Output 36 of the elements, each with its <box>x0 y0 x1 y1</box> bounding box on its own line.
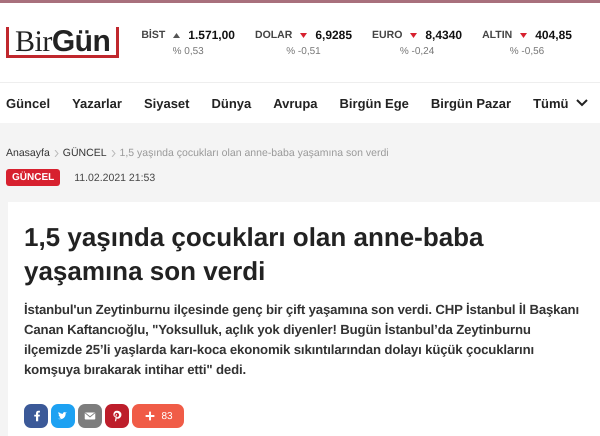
breadcrumb-link[interactable]: GÜNCEL <box>62 147 107 159</box>
ticker-value: 404,85 <box>535 28 572 42</box>
ticker-value: 1.571,00 <box>188 28 235 42</box>
category-badge[interactable]: GÜNCEL <box>6 169 60 186</box>
chevron-right-icon <box>110 150 116 156</box>
share-button[interactable] <box>105 404 129 428</box>
share-button[interactable] <box>24 404 48 428</box>
chevron-down-icon <box>576 99 588 107</box>
nav-link[interactable]: Birgün Ege <box>340 96 409 110</box>
nav-link[interactable]: Siyaset <box>144 96 190 110</box>
share-button[interactable] <box>78 404 102 428</box>
share-button[interactable] <box>51 404 75 428</box>
ticker-name: EURO <box>372 29 402 41</box>
ticker-change: % 0,53 <box>172 46 204 57</box>
ticker-value: 8,4340 <box>425 28 462 42</box>
ticker-name: BİST <box>141 29 166 41</box>
ticker-change: % -0,56 <box>510 46 544 57</box>
ticker-name: DOLAR <box>254 29 292 41</box>
chevron-right-icon <box>54 150 59 156</box>
plus-icon <box>143 409 158 423</box>
breadcrumb-link[interactable]: Anasayfa <box>6 147 50 159</box>
nav-link[interactable]: Birgün Pazar <box>430 96 512 110</box>
nav-link[interactable]: Güncel <box>6 96 50 110</box>
nav-link[interactable]: Avrupa <box>273 96 318 110</box>
publish-date: 11.02.2021 21:53 <box>74 172 156 184</box>
nav-link[interactable]: Yazarlar <box>72 96 122 110</box>
article-title: 1,5 yaşında çocukları olan anne-baba yaşamına son verdi <box>24 221 485 288</box>
ticker-value: 6,9285 <box>315 28 352 42</box>
breadcrumb-current: 1,5 yaşında çocukları olan anne-baba yaşamına son verdi <box>120 147 389 159</box>
ticker-change: % -0,24 <box>400 46 434 57</box>
ticker-change: % -0,51 <box>286 46 321 57</box>
ticker-name: ALTIN <box>482 29 512 41</box>
logo[interactable]: BirGün <box>6 27 120 58</box>
article-summary: İstanbul'un Zeytinburnu ilçesinde genç bir çift yaşamına son verdi. CHP İstanbul İl Başkanı Canan Kaftancıoğlu, "Yoksulluk, açlık yok diyenler! Bugün İstanbul’da Zeytinburnu ilçemizde 25’li yaşlarda karı-koca ekonomik sıkıntılarından dolayı küçük çocuklarını komşuya bırakarak intihar etti" dedi. <box>24 301 580 379</box>
nav-link[interactable]: Dünya <box>212 96 252 110</box>
more-menu[interactable]: Tümü <box>533 96 588 110</box>
